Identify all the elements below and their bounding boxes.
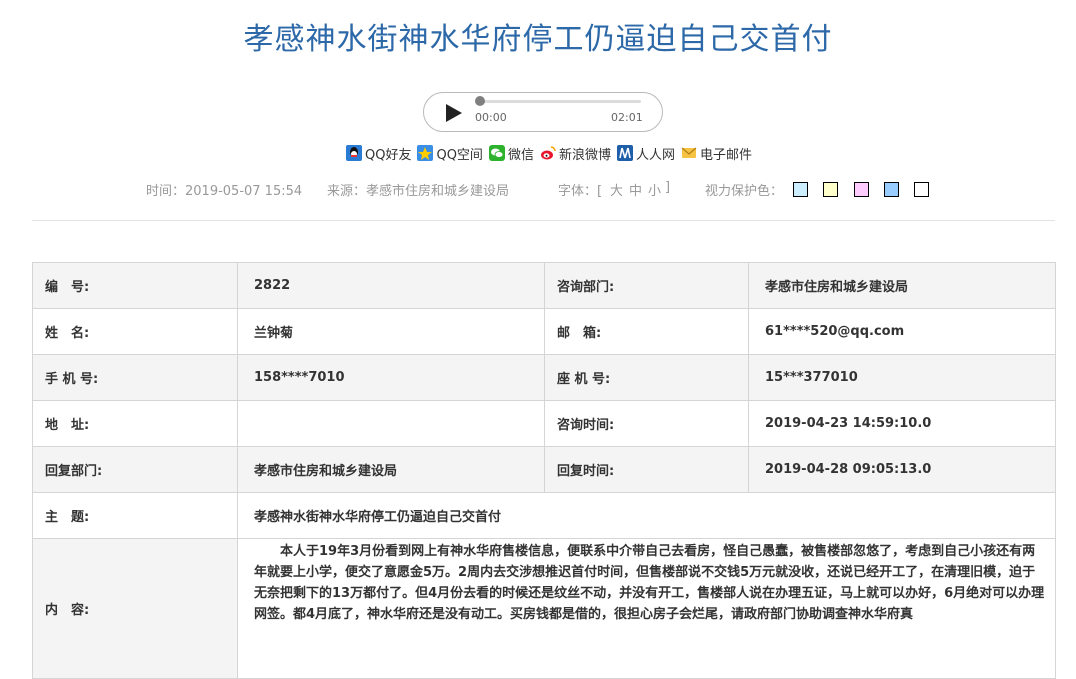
consult-time-value: 2019-04-23 14:59:10.0 (748, 400, 1056, 447)
audio-progress-track[interactable] (481, 100, 641, 103)
eye-color-swatch-cyan[interactable] (793, 182, 808, 197)
address-value (237, 400, 545, 447)
wechat-icon (488, 145, 505, 161)
font-size-large[interactable]: 大 (610, 180, 623, 199)
share-qzone-label: QQ空间 (436, 147, 483, 163)
share-email-label: 电子邮件 (699, 147, 752, 163)
landline-label: 座 机 号: (544, 354, 749, 401)
share-qq-friends-label: QQ好友 (365, 147, 412, 163)
share-bar: QQ好友 QQ空间 微信 新浪微博 人人网 电子邮件 (346, 144, 758, 163)
name-label: 姓 名: (32, 308, 238, 355)
mobile-value: 158****7010 (237, 354, 545, 401)
share-wechat[interactable]: 微信 (488, 144, 534, 163)
reply-department-value: 孝感市住房和城乡建设局 (237, 446, 545, 493)
audio-current-time: 00:00 (475, 111, 507, 124)
eye-color-swatch-white[interactable] (914, 182, 929, 197)
font-size-medium[interactable]: 中 (629, 180, 642, 199)
reply-time-label: 回复时间: (544, 446, 749, 493)
address-label: 地 址: (32, 400, 238, 447)
department-label: 咨询部门: (544, 262, 749, 309)
audio-total-time: 02:01 (611, 111, 643, 124)
consult-time-label: 咨询时间: (544, 400, 749, 447)
font-size-small[interactable]: 小 (648, 180, 661, 199)
share-renren[interactable]: 人人网 (616, 144, 675, 163)
consultation-table: 编 号: 2822 咨询部门: 孝感市住房和城乡建设局 姓 名: 兰钟菊 邮 箱… (32, 262, 1056, 679)
reply-department-label: 回复部门: (32, 446, 238, 493)
email-label: 邮 箱: (544, 308, 749, 355)
share-weibo-label: 新浪微博 (558, 147, 611, 163)
eye-color-swatch-yellow[interactable] (823, 182, 838, 197)
mobile-label: 手 机 号: (32, 354, 238, 401)
table-row: 回复部门: 孝感市住房和城乡建设局 回复时间: 2019-04-28 09:05… (32, 446, 1056, 493)
subject-value: 孝感神水街神水华府停工仍逼迫自己交首付 (237, 492, 1056, 539)
publish-time: 时间：2019-05-07 15:54 (146, 184, 303, 199)
qzone-icon (417, 145, 434, 161)
weibo-icon (540, 145, 556, 161)
email-icon (681, 145, 697, 161)
eye-protect-label: 视力保护色： (705, 184, 784, 199)
eye-color-swatch-pink[interactable] (854, 182, 869, 197)
share-wechat-label: 微信 (507, 147, 534, 163)
share-renren-label: 人人网 (635, 147, 675, 163)
table-row: 主 题: 孝感神水街神水华府停工仍逼迫自己交首付 (32, 492, 1056, 539)
audio-player: 00:00 02:01 (423, 92, 663, 132)
name-value: 兰钟菊 (237, 308, 545, 355)
content-label: 内 容: (32, 538, 238, 679)
share-email[interactable]: 电子邮件 (681, 144, 752, 163)
renren-icon (616, 145, 633, 161)
number-value: 2822 (237, 262, 545, 309)
table-row: 内 容: 本人于19年3月份看到网上有神水华府售楼信息，便联系中介带自己去看房，… (32, 538, 1056, 679)
table-row: 姓 名: 兰钟菊 邮 箱: 61****520@qq.com (32, 308, 1056, 355)
audio-progress-knob[interactable] (475, 96, 485, 106)
number-label: 编 号: (32, 262, 238, 309)
article-source: 来源：孝感市住房和城乡建设局 (327, 184, 510, 199)
reply-time-value: 2019-04-28 09:05:13.0 (748, 446, 1056, 493)
table-row: 地 址: 咨询时间: 2019-04-23 14:59:10.0 (32, 400, 1056, 447)
landline-value: 15***377010 (748, 354, 1056, 401)
eye-color-swatch-blue[interactable] (884, 182, 899, 197)
department-value: 孝感市住房和城乡建设局 (748, 262, 1056, 309)
play-icon[interactable] (442, 102, 464, 124)
share-weibo[interactable]: 新浪微博 (540, 144, 611, 163)
share-qzone[interactable]: QQ空间 (417, 144, 483, 163)
table-row: 编 号: 2822 咨询部门: 孝感市住房和城乡建设局 (32, 262, 1056, 309)
font-size-label: 字体：[ (558, 184, 603, 199)
subject-label: 主 题: (32, 492, 238, 539)
qq-icon (346, 145, 362, 161)
page-title: 孝感神水街神水华府停工仍逼迫自己交首付 (243, 22, 833, 57)
table-row: 手 机 号: 158****7010 座 机 号: 15***377010 (32, 354, 1056, 401)
content-value: 本人于19年3月份看到网上有神水华府售楼信息，便联系中介带自己去看房，怪自己愚蠢… (237, 538, 1056, 679)
header-divider (32, 220, 1055, 221)
email-value: 61****520@qq.com (748, 308, 1056, 355)
share-qq-friends[interactable]: QQ好友 (346, 144, 411, 163)
font-size-close: ] (665, 180, 671, 195)
